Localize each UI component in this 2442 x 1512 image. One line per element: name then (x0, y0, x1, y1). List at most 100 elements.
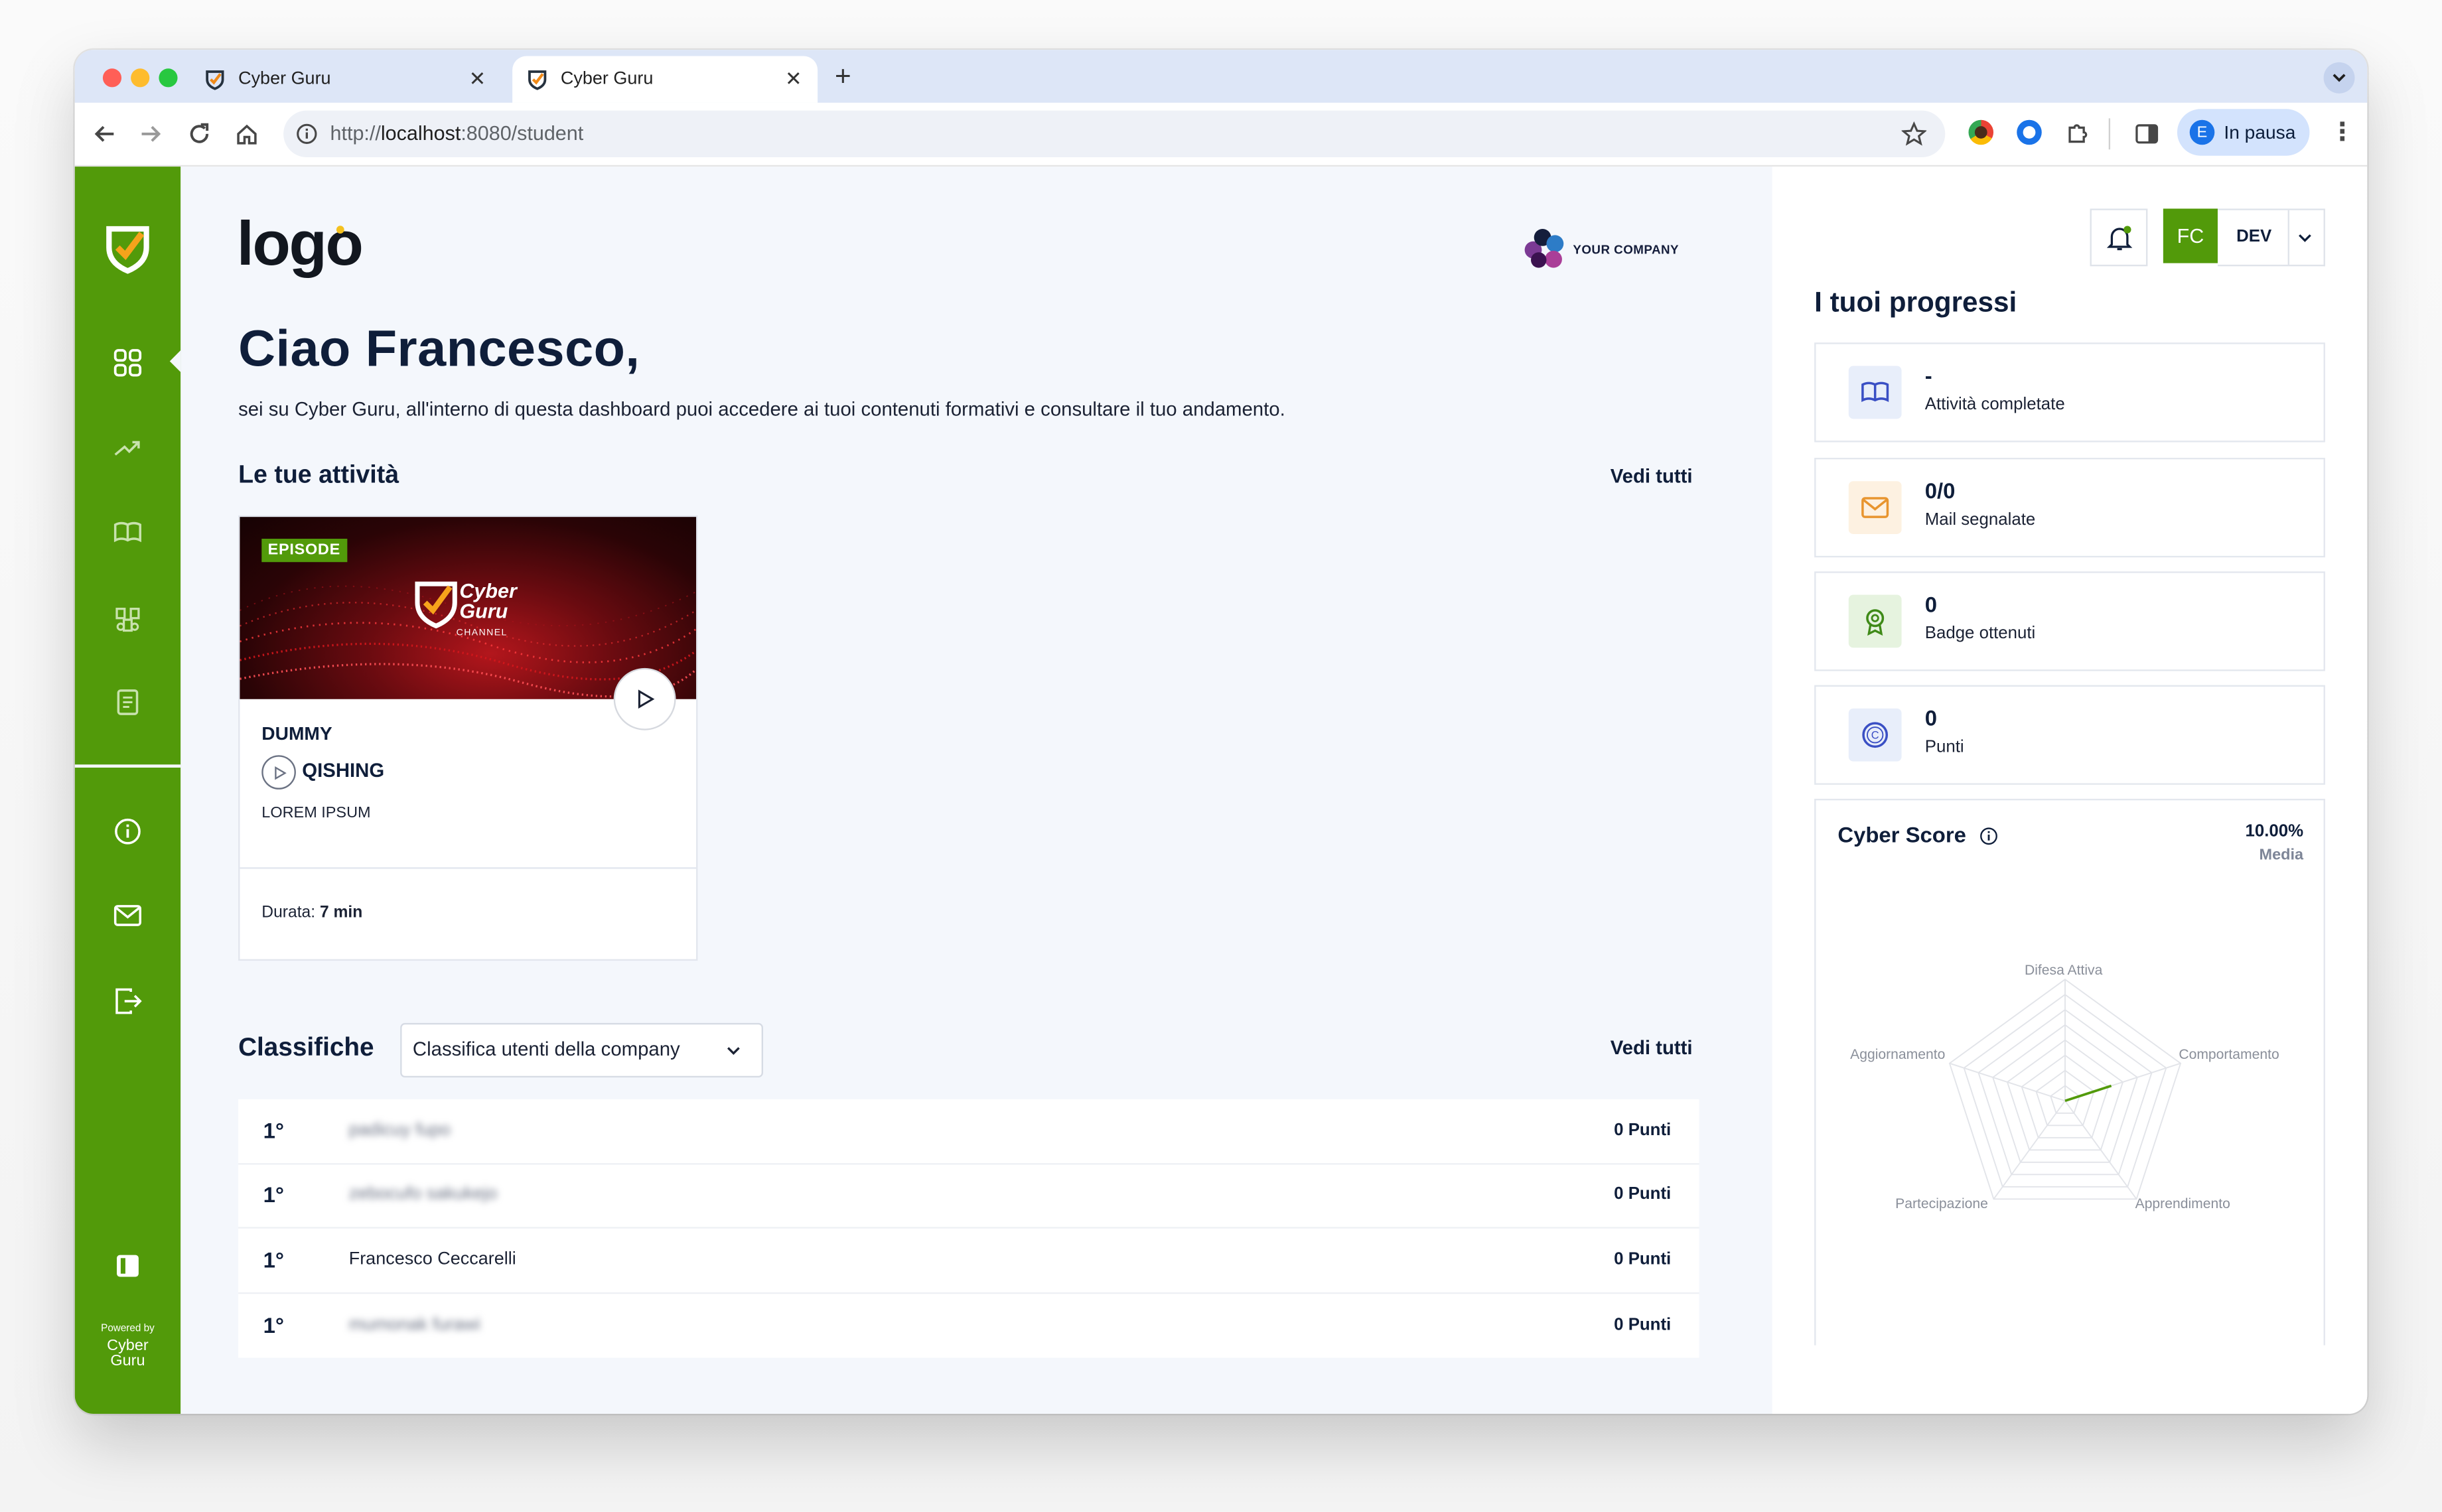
rank-position: 1° (263, 1247, 285, 1272)
sidebar-item-leaderboard[interactable] (112, 602, 143, 634)
extensions-button[interactable] (2062, 118, 2093, 149)
stat-value: 0/0 (1924, 478, 1956, 504)
activities-title: Le tue attività (238, 462, 399, 489)
radar-axis-label: Apprendimento (2135, 1196, 2230, 1211)
badge-icon (1848, 594, 1902, 648)
table-row: 1° zebocufo sakukejo 0 Punti (238, 1163, 1699, 1229)
rankings-see-all-link[interactable]: Vedi tutti (1611, 1037, 1693, 1059)
rankings-table: 1° padicuy fupo 0 Punti 1° zebocufo saku… (238, 1099, 1699, 1358)
side-panel-button[interactable] (2131, 118, 2162, 149)
extension-color-icon[interactable] (1968, 119, 1994, 145)
close-tab-icon[interactable]: ✕ (469, 67, 486, 92)
close-window-button[interactable] (102, 68, 122, 88)
user-avatar[interactable]: FC (2163, 208, 2218, 263)
stat-label: Attività completate (1924, 395, 2065, 415)
duration-label: Durata: (261, 903, 316, 922)
cyber-guru-favicon-icon (206, 70, 224, 90)
channel-brand-text: Cyber Guru (459, 579, 517, 623)
rank-points: 0 Punti (1614, 1250, 1672, 1269)
zoom-window-button[interactable] (159, 68, 178, 88)
user-menu-button[interactable]: DEV (2217, 208, 2325, 267)
sidebar-toggle[interactable] (112, 1251, 143, 1282)
radar-axis-label: Partecipazione (1895, 1196, 1988, 1211)
svg-text:C: C (1871, 730, 1879, 742)
close-tab-icon[interactable]: ✕ (785, 67, 802, 92)
site-info-icon[interactable] (296, 123, 318, 145)
coin-icon: C (1848, 708, 1902, 762)
side-panel-icon (2135, 124, 2157, 144)
rank-points: 0 Punti (1614, 1121, 1672, 1140)
stat-label: Badge ottenuti (1924, 624, 2036, 644)
stat-label: Mail segnalate (1924, 510, 2036, 529)
progress-title: I tuoi progressi (1814, 286, 2017, 318)
book-icon (113, 521, 141, 543)
browser-menu-icon[interactable]: ⋮ (2330, 117, 2355, 148)
minimize-window-button[interactable] (131, 68, 150, 88)
tab-inactive[interactable]: Cyber Guru ✕ (190, 56, 501, 102)
radar-axis-label: Difesa Attiva (2024, 962, 2103, 978)
logout-icon (115, 988, 142, 1014)
notifications-button[interactable] (2090, 208, 2148, 267)
bookmark-star-icon[interactable] (1901, 121, 1927, 147)
rank-user-name: padicuy fupo (348, 1121, 451, 1140)
activity-footer: Durata: 7 min (240, 867, 697, 961)
browser-window: Cyber Guru ✕ Cyber Guru ✕ + http://local… (74, 50, 2368, 1414)
arrow-left-icon (94, 125, 114, 142)
activities-see-all-link[interactable]: Vedi tutti (1611, 466, 1693, 488)
cyber-guru-logo-icon[interactable] (103, 223, 153, 276)
table-row: 1° Francesco Ceccarelli 0 Punti (238, 1229, 1699, 1294)
rank-points: 0 Punti (1614, 1316, 1672, 1335)
channel-sub-text: CHANNEL (456, 629, 508, 639)
environment-label: DEV (2236, 227, 2272, 246)
profile-button[interactable]: E In pausa (2177, 109, 2310, 156)
rankings-title: Classifiche (238, 1034, 374, 1062)
activity-title: QISHING (302, 760, 385, 782)
stat-activities: - Attività completate (1814, 342, 2325, 443)
sidebar-item-documents[interactable] (112, 687, 143, 718)
tab-active[interactable]: Cyber Guru ✕ (512, 56, 818, 103)
document-icon (117, 689, 139, 715)
radar-axis-line (1949, 1062, 2066, 1102)
active-indicator (169, 350, 181, 372)
sidebar-item-training[interactable] (112, 517, 143, 548)
sidebar-toggle-icon (117, 1255, 139, 1277)
tenant-logo: logo (237, 214, 364, 276)
table-row: 1° mumonak furawi 0 Punti (238, 1294, 1699, 1357)
sidebar-item-trends[interactable] (112, 433, 143, 464)
cyber-score-card: Cyber Score 10.00% Media Difesa Attiva C… (1814, 798, 2325, 1345)
radar-axis-label: Comportamento (2179, 1046, 2279, 1062)
browser-toolbar: http://localhost:8080/student E In pausa… (74, 102, 2368, 167)
forward-button[interactable] (135, 118, 167, 149)
home-icon (236, 123, 256, 144)
sidebar-item-logout[interactable] (112, 986, 143, 1017)
radar-axis-label: Aggiornamento (1850, 1046, 1946, 1062)
tab-strip: Cyber Guru ✕ Cyber Guru ✕ + (74, 50, 2368, 103)
bell-icon (2106, 225, 2132, 249)
chevron-down-icon (727, 1047, 740, 1056)
company-logo-icon (1524, 228, 1565, 269)
sidebar-item-info[interactable] (112, 816, 143, 847)
reload-button[interactable] (184, 118, 215, 149)
video-type-icon (261, 755, 296, 790)
brand-line1: Cyber (107, 1336, 149, 1354)
cyber-guru-channel-logo-icon (415, 581, 457, 629)
sidebar-item-mail[interactable] (112, 900, 143, 931)
stat-value: 0 (1924, 705, 1938, 730)
new-tab-button[interactable]: + (835, 61, 851, 94)
activity-card[interactable]: EPISODE Cyber Guru CHANNEL DUMMY QISHING… (238, 515, 698, 961)
play-button[interactable] (613, 667, 676, 730)
activity-duration: Durata: 7 min (261, 903, 362, 922)
sidebar-item-dashboard[interactable] (112, 347, 143, 378)
rankings-select[interactable]: Classifica utenti della company (400, 1022, 763, 1078)
stat-value: 0 (1924, 591, 1938, 617)
address-bar[interactable]: http://localhost:8080/student (283, 110, 1946, 158)
episode-badge: EPISODE (261, 539, 347, 563)
extension-globe-icon[interactable] (2017, 119, 2042, 145)
tab-search-button[interactable] (2323, 62, 2355, 94)
toolbar-divider (2108, 118, 2111, 150)
back-button[interactable] (89, 118, 120, 149)
home-button[interactable] (230, 118, 261, 149)
table-row: 1° padicuy fupo 0 Punti (238, 1099, 1699, 1165)
rank-position: 1° (263, 1118, 285, 1143)
stat-reported-mail: 0/0 Mail segnalate (1814, 457, 2325, 558)
